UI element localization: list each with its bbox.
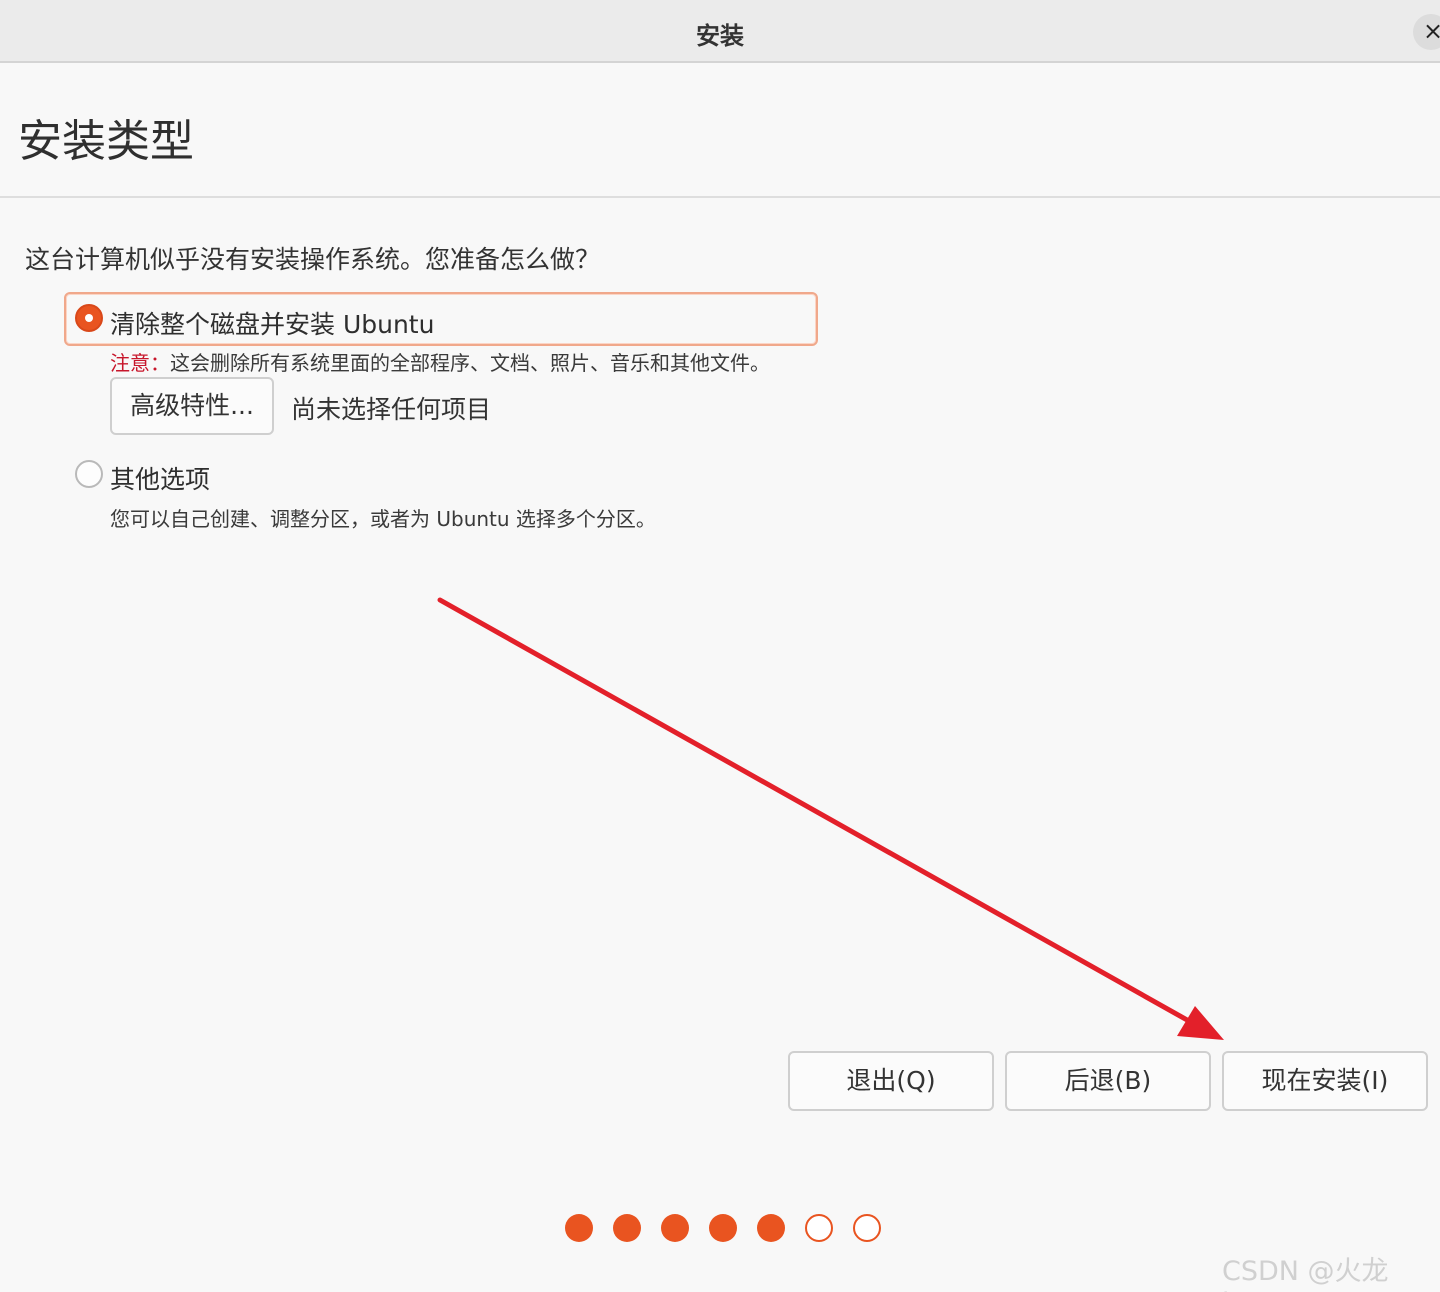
warning-label: 注意： [110,351,170,375]
watermark: CSDN @火龙kess [1222,1256,1389,1292]
window-title: 安装 [696,22,744,50]
erase-disk-radio[interactable] [75,304,103,332]
progress-dot-complete [757,1214,785,1242]
progress-dot-complete [565,1214,593,1242]
arrow-shaft [437,597,1199,1028]
advanced-status: 尚未选择任何项目 [291,395,492,424]
progress-dot-complete [613,1214,641,1242]
install-now-button[interactable]: 现在安装(I) [1222,1051,1428,1111]
progress-dot-pending [853,1214,881,1242]
page-header: 安装类型 [0,65,1440,198]
erase-disk-note: 注意：这会删除所有系统里面的全部程序、文档、照片、音乐和其他文件。 [110,347,770,376]
page-title: 安装类型 [18,116,194,167]
progress-dot-complete [661,1214,689,1242]
title-bar: 安装 × [0,0,1440,63]
quit-button[interactable]: 退出(Q) [788,1051,994,1111]
installer-window: 安装 × 安装类型 这台计算机似乎没有安装操作系统。您准备怎么做？ 清除整个磁盘… [0,0,1440,1292]
back-button[interactable]: 后退(B) [1005,1051,1211,1111]
advanced-features-button[interactable]: 高级特性... [110,377,274,435]
progress-dot-complete [709,1214,737,1242]
arrow-head [1177,1006,1224,1040]
install-question: 这台计算机似乎没有安装操作系统。您准备怎么做？ [25,245,601,274]
progress-dot-pending [805,1214,833,1242]
other-option-description: 您可以自己创建、调整分区，或者为 Ubuntu 选择多个分区。 [110,507,656,531]
other-option-label[interactable]: 其他选项 [110,460,210,496]
erase-disk-label[interactable]: 清除整个磁盘并安装 Ubuntu [110,305,434,341]
warning-text: 这会删除所有系统里面的全部程序、文档、照片、音乐和其他文件。 [170,351,770,375]
other-option-radio[interactable] [75,460,103,488]
